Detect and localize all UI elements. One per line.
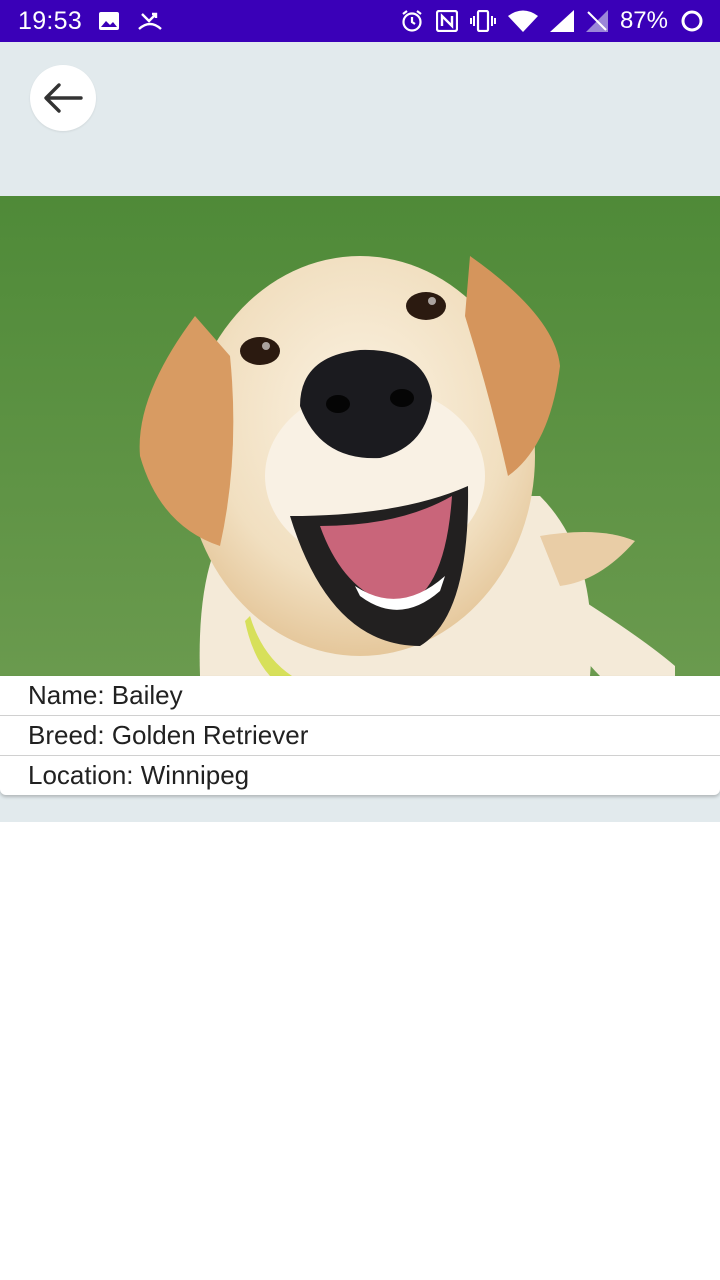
missed-call-icon (138, 11, 162, 31)
dog-breed: Breed: Golden Retriever (0, 716, 720, 756)
dog-photo (0, 196, 720, 676)
dog-info-card: Name: Bailey Breed: Golden Retriever Loc… (0, 676, 720, 795)
status-bar: 19:53 87% (0, 0, 720, 42)
app-bar (0, 42, 720, 196)
arrow-back-icon (43, 82, 83, 114)
dog-location: Location: Winnipeg (28, 760, 250, 790)
battery-percent: 87% (619, 7, 668, 34)
dog-name: Name: Bailey (0, 676, 720, 716)
alarm-icon (400, 9, 424, 33)
status-time: 19:53 (18, 6, 83, 35)
wifi-icon (507, 10, 538, 32)
battery-icon (680, 9, 704, 33)
vibrate-icon (469, 10, 496, 32)
image-icon (98, 11, 120, 31)
signal-icon (549, 10, 574, 32)
back-button[interactable] (30, 65, 96, 131)
nfc-icon (435, 10, 458, 32)
no-sim-icon (585, 10, 608, 32)
